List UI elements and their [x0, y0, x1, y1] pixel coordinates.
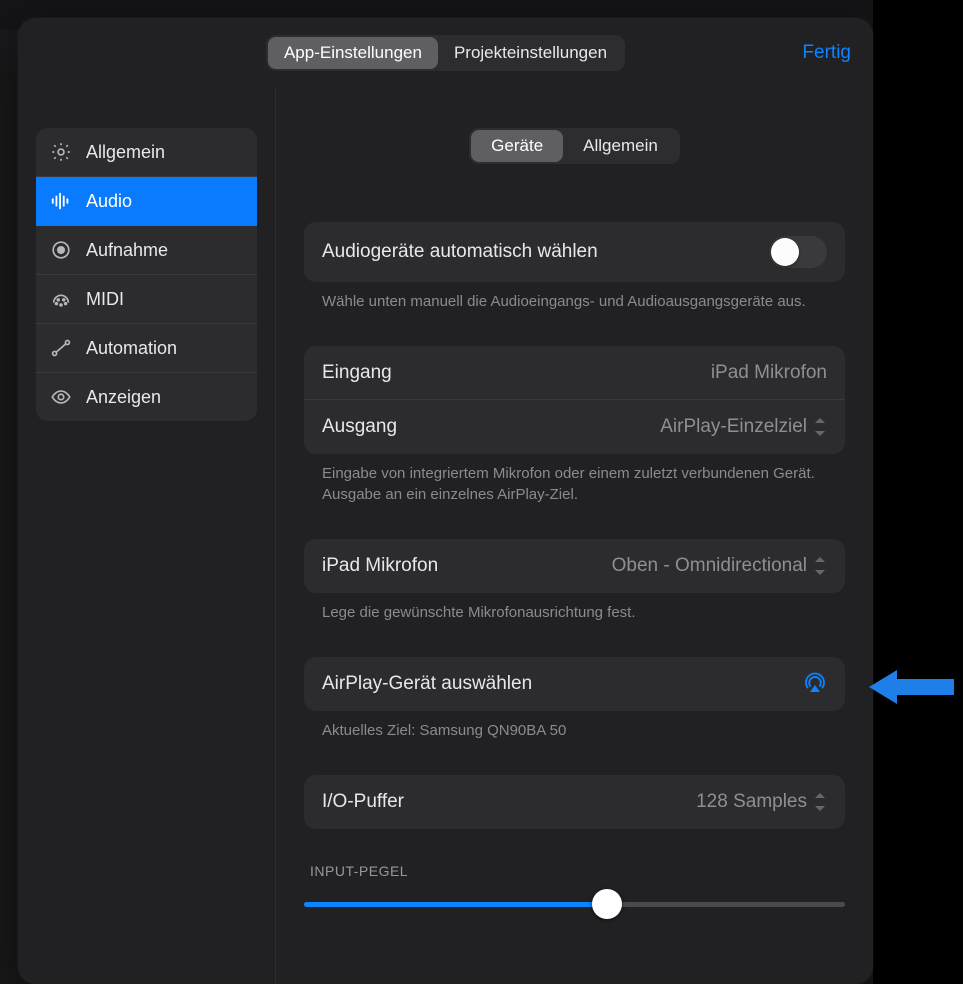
callout-arrow — [869, 666, 954, 708]
sidebar-item-label: MIDI — [86, 289, 124, 310]
auto-select-label: Audiogeräte automatisch wählen — [322, 241, 598, 263]
sidebar-item-label: Automation — [86, 338, 177, 359]
sidebar-item-midi[interactable]: MIDI — [36, 275, 257, 324]
airplay-label: AirPlay-Gerät auswählen — [322, 673, 532, 695]
sidebar-item-label: Anzeigen — [86, 387, 161, 408]
output-value: AirPlay-Einzelziel — [660, 416, 807, 438]
tab-app-settings-label: App-Einstellungen — [284, 43, 422, 63]
slider-thumb[interactable] — [592, 889, 622, 919]
done-button-label: Fertig — [802, 42, 851, 63]
input-row[interactable]: Eingang iPad Mikrofon — [304, 346, 845, 400]
subtab-devices[interactable]: Geräte — [471, 130, 563, 162]
input-label: Eingang — [322, 362, 392, 384]
buffer-row[interactable]: I/O-Puffer 128 Samples — [304, 775, 845, 829]
sidebar-item-view[interactable]: Anzeigen — [36, 373, 257, 421]
done-button[interactable]: Fertig — [802, 42, 851, 64]
subtab-general-label: Allgemein — [583, 136, 658, 156]
slider-fill — [304, 902, 607, 907]
mic-group: iPad Mikrofon Oben - Omnidirectional — [304, 539, 845, 593]
sidebar-item-audio[interactable]: Audio — [36, 177, 257, 226]
buffer-value: 128 Samples — [696, 791, 807, 813]
settings-panel: App-Einstellungen Projekteinstellungen F… — [18, 18, 873, 984]
output-row[interactable]: Ausgang AirPlay-Einzelziel — [304, 400, 845, 454]
input-value: iPad Mikrofon — [711, 362, 827, 384]
waveform-icon — [50, 190, 72, 212]
io-note: Eingabe von integriertem Mikrofon oder e… — [304, 454, 845, 505]
buffer-label: I/O-Puffer — [322, 791, 404, 813]
updown-icon — [815, 418, 827, 436]
sidebar-item-label: Aufnahme — [86, 240, 168, 261]
updown-icon — [815, 557, 827, 575]
eye-icon — [50, 386, 72, 408]
mic-note: Lege die gewünschte Mikrofonausrichtung … — [304, 593, 845, 623]
sidebar: Allgemein Audio Aufnahme — [18, 88, 276, 984]
mic-label: iPad Mikrofon — [322, 555, 438, 577]
sidebar-item-recording[interactable]: Aufnahme — [36, 226, 257, 275]
airplay-group: AirPlay-Gerät auswählen — [304, 657, 845, 711]
content-pane: Geräte Allgemein Audiogeräte automatisch… — [276, 88, 873, 984]
output-label: Ausgang — [322, 416, 397, 438]
tab-project-settings-label: Projekteinstellungen — [454, 43, 607, 63]
sidebar-list: Allgemein Audio Aufnahme — [36, 128, 257, 421]
sidebar-item-label: Allgemein — [86, 142, 165, 163]
tab-app-settings[interactable]: App-Einstellungen — [268, 37, 438, 69]
input-level-slider[interactable] — [304, 889, 845, 919]
airplay-icon — [803, 672, 827, 696]
subtab-general[interactable]: Allgemein — [563, 130, 678, 162]
slider-track — [304, 902, 845, 907]
mic-value: Oben - Omnidirectional — [612, 555, 807, 577]
toggle-knob — [771, 238, 799, 266]
sidebar-item-automation[interactable]: Automation — [36, 324, 257, 373]
auto-select-group: Audiogeräte automatisch wählen — [304, 222, 845, 282]
sidebar-item-label: Audio — [86, 191, 132, 212]
mic-row[interactable]: iPad Mikrofon Oben - Omnidirectional — [304, 539, 845, 593]
updown-icon — [815, 793, 827, 811]
io-group: Eingang iPad Mikrofon Ausgang AirPlay-Ei… — [304, 346, 845, 454]
subtab-devices-label: Geräte — [491, 136, 543, 156]
auto-select-row[interactable]: Audiogeräte automatisch wählen — [304, 222, 845, 282]
panel-header: App-Einstellungen Projekteinstellungen F… — [18, 18, 873, 88]
airplay-current-target: Aktuelles Ziel: Samsung QN90BA 50 — [304, 711, 845, 741]
record-icon — [50, 239, 72, 261]
sidebar-item-general[interactable]: Allgemein — [36, 128, 257, 177]
tab-project-settings[interactable]: Projekteinstellungen — [438, 37, 623, 69]
auto-select-toggle[interactable] — [769, 236, 827, 268]
midi-icon — [50, 288, 72, 310]
settings-scope-tabs: App-Einstellungen Projekteinstellungen — [266, 35, 625, 71]
input-level-title: INPUT-PEGEL — [304, 863, 845, 889]
airplay-row[interactable]: AirPlay-Gerät auswählen — [304, 657, 845, 711]
gear-icon — [50, 141, 72, 163]
buffer-group: I/O-Puffer 128 Samples — [304, 775, 845, 829]
auto-select-note: Wähle unten manuell die Audioeingangs- u… — [304, 282, 845, 312]
automation-icon — [50, 337, 72, 359]
audio-subtabs: Geräte Allgemein — [469, 128, 680, 164]
